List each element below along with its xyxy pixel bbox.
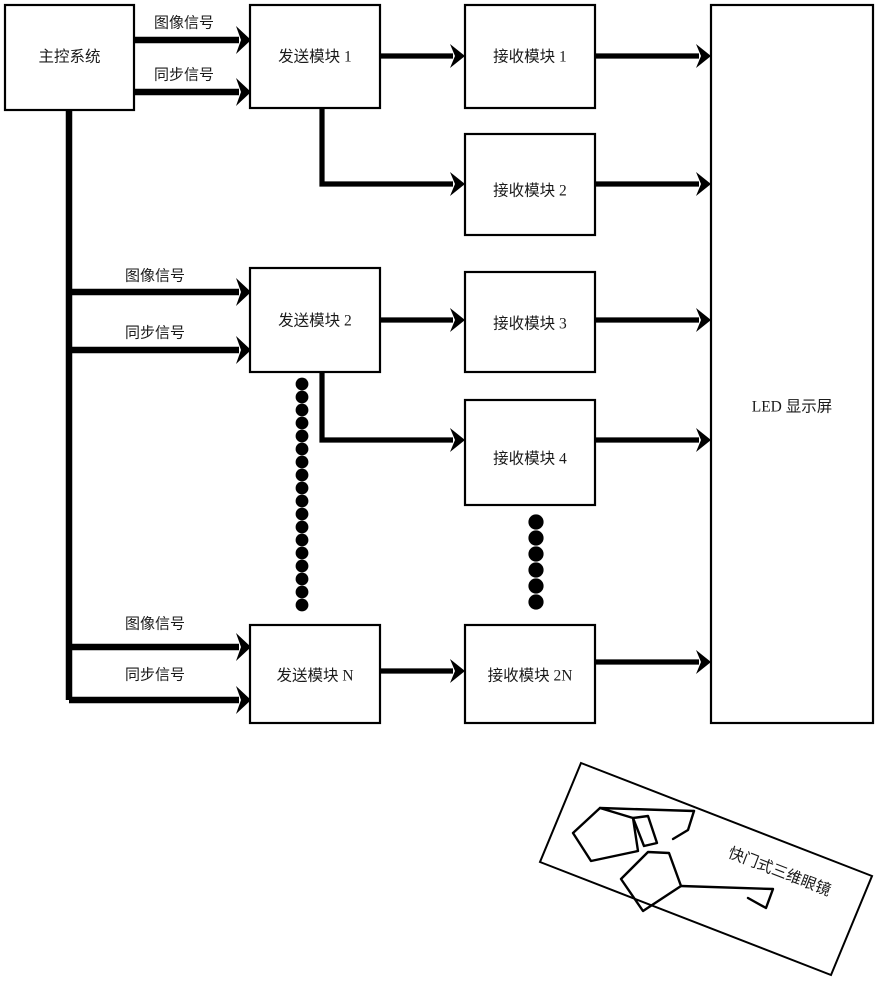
edge-sender1-to-receiver2 — [319, 108, 465, 196]
sync-signal-2-label: 同步信号 — [125, 324, 185, 341]
edge-sender2-to-receiver4 — [319, 372, 465, 452]
edge-controller-to-senderN-image: 图像信号 — [69, 615, 251, 661]
block-receiver-4: 接收模块 4 — [463, 398, 597, 507]
sender-1-label: 发送模块 1 — [278, 48, 352, 66]
edge-controller-to-senderN-sync: 同步信号 — [69, 666, 251, 714]
diagram-root: 主控系统 图像信号 同步信号 发送模块 1 接收模块 1 接收模块 2 图像信号… — [0, 0, 882, 1000]
block-receiver-2: 接收模块 2 — [463, 132, 597, 237]
edge-senderN-to-receiver2N — [380, 659, 465, 683]
edge-sender2-to-receiver3 — [380, 308, 465, 332]
edge-controller-to-sender2-sync: 同步信号 — [69, 324, 251, 364]
block-sender-n: 发送模块 N — [248, 623, 382, 725]
main-controller-label: 主控系统 — [38, 48, 100, 66]
edge-receiver3-to-screen — [595, 308, 711, 332]
edge-controller-to-sender1-sync: 同步信号 — [134, 66, 251, 106]
glasses-panel-frame — [538, 761, 874, 977]
block-receiver-3: 接收模块 3 — [463, 270, 597, 374]
block-sender-1: 发送模块 1 — [248, 3, 382, 110]
sender-2-label: 发送模块 2 — [278, 312, 352, 330]
glasses-panel: 快门式三维眼镜 — [538, 761, 874, 977]
edge-receiver2N-to-screen — [595, 650, 711, 674]
edge-controller-to-sender2-image: 图像信号 — [69, 267, 251, 306]
image-signal-1-label: 图像信号 — [154, 14, 214, 31]
receiver-1-label: 接收模块 1 — [493, 48, 567, 66]
sender2-receiver4-wire — [319, 372, 453, 443]
block-main-controller: 主控系统 — [3, 3, 136, 112]
led-screen-box — [709, 3, 875, 725]
led-screen-label: LED 显示屏 — [752, 399, 833, 416]
sync-signal-n-label: 同步信号 — [125, 666, 185, 683]
edge-sender1-to-receiver1 — [380, 44, 465, 68]
block-led-screen: LED 显示屏 — [709, 3, 875, 725]
receiver-3-label: 接收模块 3 — [493, 315, 567, 333]
edge-receiver1-to-screen — [595, 44, 711, 68]
block-receiver-1: 接收模块 1 — [463, 3, 597, 110]
edge-receiver4-to-screen — [595, 428, 711, 452]
sender1-receiver2-wire — [319, 108, 453, 187]
sync-signal-1-label: 同步信号 — [154, 66, 214, 83]
block-receiver-2n: 接收模块 2N — [463, 623, 597, 725]
system-block-diagram: 主控系统 图像信号 同步信号 发送模块 1 接收模块 1 接收模块 2 图像信号… — [3, 3, 875, 977]
receiver-2n-label: 接收模块 2N — [488, 667, 573, 685]
image-signal-2-label: 图像信号 — [125, 267, 185, 284]
receiver-2-label: 接收模块 2 — [493, 182, 567, 200]
edge-receiver2-to-screen — [595, 172, 711, 196]
receiver-4-label: 接收模块 4 — [493, 450, 567, 468]
sender-n-label: 发送模块 N — [276, 667, 353, 685]
sender-column-ellipsis-dots — [295, 377, 309, 612]
block-sender-2: 发送模块 2 — [248, 266, 382, 374]
edge-controller-to-sender1-image: 图像信号 — [134, 14, 251, 54]
receiver-column-ellipsis-dots — [528, 514, 544, 610]
image-signal-n-label: 图像信号 — [125, 615, 185, 632]
